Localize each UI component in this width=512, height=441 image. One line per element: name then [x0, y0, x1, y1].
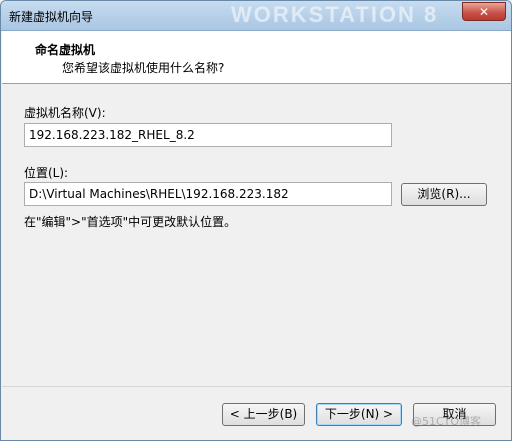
close-button[interactable]: ✕	[462, 2, 506, 21]
location-hint: 在"编辑">"首选项"中可更改默认位置。	[24, 215, 237, 229]
next-button[interactable]: 下一步(N) >	[316, 403, 402, 426]
page-subtitle: 您希望该虚拟机使用什么名称?	[62, 61, 225, 75]
new-vm-wizard-window: 新建虚拟机向导 WORKSTATION 8 ✕ 命名虚拟机 您希望该虚拟机使用什…	[0, 0, 512, 441]
page-title: 命名虚拟机	[35, 43, 96, 57]
title-bar: 新建虚拟机向导 WORKSTATION 8 ✕	[1, 1, 511, 31]
close-icon: ✕	[478, 5, 490, 19]
back-button[interactable]: < 上一步(B)	[222, 403, 305, 426]
browse-button[interactable]: 浏览(R)...	[401, 183, 487, 206]
wizard-header: 命名虚拟机 您希望该虚拟机使用什么名称?	[2, 31, 511, 84]
location-label: 位置(L):	[24, 166, 69, 180]
footer-divider	[2, 386, 511, 387]
location-input[interactable]: D:\Virtual Machines\RHEL\192.168.223.182	[24, 182, 392, 206]
window-title: 新建虚拟机向导	[9, 10, 94, 24]
blog-watermark: @51CTO博客	[411, 415, 482, 428]
vm-name-input[interactable]: 192.168.223.182_RHEL_8.2	[24, 123, 392, 147]
vm-name-label: 虚拟机名称(V):	[24, 106, 106, 120]
titlebar-watermark: WORKSTATION 8	[231, 2, 439, 27]
